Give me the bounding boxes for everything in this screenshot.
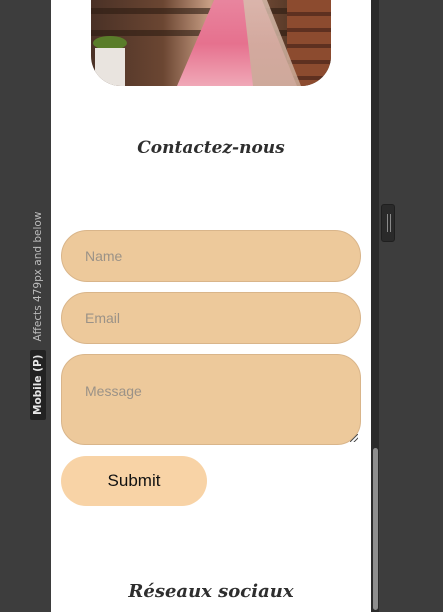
page-canvas: Contactez-nous Name Email Message Submit… [51, 0, 371, 612]
email-input[interactable]: Email [61, 292, 361, 344]
message-textarea[interactable]: Message [61, 354, 361, 445]
submit-button[interactable]: Submit [61, 456, 207, 506]
device-mode-indicator: Mobile (P) Affects 479px and below [30, 212, 46, 420]
name-placeholder: Name [85, 248, 123, 264]
editor-right-panel [371, 0, 443, 612]
message-placeholder: Message [85, 383, 142, 399]
pot-decoration [95, 48, 125, 86]
scrollbar-thumb[interactable] [373, 448, 378, 610]
resize-grip-icon[interactable] [350, 434, 358, 442]
device-mode-label[interactable]: Mobile (P) [30, 349, 46, 420]
name-input[interactable]: Name [61, 230, 361, 282]
social-heading: Réseaux sociaux [128, 581, 294, 602]
device-mode-note: Affects 479px and below [32, 211, 44, 342]
canvas-resize-handle-icon[interactable] [381, 204, 395, 242]
email-placeholder: Email [85, 310, 121, 326]
contact-heading: Contactez-nous [137, 138, 285, 158]
hero-image [91, 0, 331, 86]
